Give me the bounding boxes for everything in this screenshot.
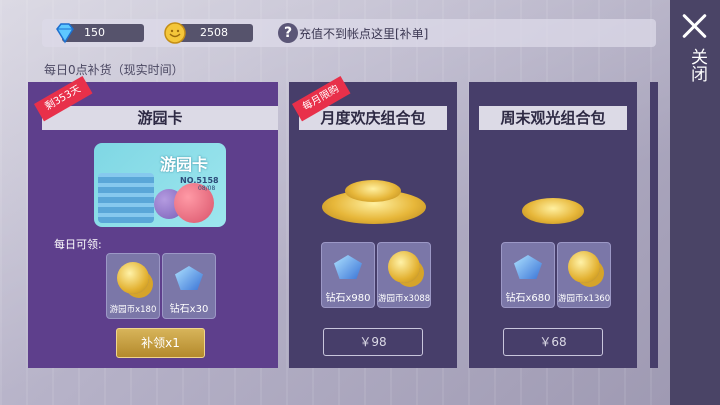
reward-label: 游园币x3088 [378, 294, 431, 304]
restock-note: 每日0点补货（现实时间） [44, 63, 184, 77]
coin-balance: 2508 [178, 24, 253, 42]
diamond-icon [56, 23, 74, 44]
buy-button[interactable]: ￥98 [323, 328, 423, 356]
reward-label: 钻石x30 [169, 304, 209, 315]
claim-button[interactable]: 补领x1 [116, 328, 205, 358]
reward-slot[interactable]: 钻石x30 [162, 253, 216, 319]
card-title: 游园卡 [42, 106, 278, 130]
reward-label: 游园币x1360 [558, 294, 611, 304]
reward-slot[interactable]: 钻石x980 [321, 242, 375, 308]
pass-date: 08/08 [198, 185, 216, 192]
reward-slot[interactable]: 游园币x1360 [557, 242, 611, 308]
daily-claim-label: 每日可领: [54, 238, 102, 251]
diamond-icon [334, 255, 362, 279]
help-icon[interactable]: ? [278, 23, 298, 43]
pass-decoration [98, 173, 154, 223]
coin-icon [568, 251, 600, 283]
pass-number: NO.5158 [180, 176, 219, 185]
close-label[interactable]: 关闭 [686, 48, 707, 82]
reward-slot[interactable]: 游园币x180 [106, 253, 160, 319]
coin-icon [164, 22, 186, 44]
reward-label: 钻石x980 [325, 293, 371, 304]
reward-label: 游园币x180 [109, 305, 157, 315]
reward-label: 钻石x680 [505, 293, 551, 304]
recharge-help-link[interactable]: 充值不到帐点这里[补单] [299, 25, 428, 42]
monthly-bundle-card: 月度欢庆组合包 [289, 82, 457, 368]
diamond-icon [175, 266, 203, 290]
park-pass-image: 游园卡 NO.5158 08/08 [94, 143, 226, 227]
coin-pile-top [345, 180, 401, 202]
coin-icon [388, 251, 420, 283]
coin-icon [117, 262, 149, 294]
coin-pile-icon [522, 198, 584, 224]
card-title: 周末观光组合包 [479, 106, 627, 130]
weekend-bundle-card: 周末观光组合包 [469, 82, 637, 368]
buy-button[interactable]: ￥68 [503, 328, 603, 356]
pass-title: 游园卡 [160, 155, 209, 174]
next-card-partial[interactable] [650, 82, 658, 368]
diamond-icon [514, 255, 542, 279]
reward-slot[interactable]: 游园币x3088 [377, 242, 431, 308]
close-icon[interactable] [681, 12, 709, 40]
reward-slot[interactable]: 钻石x680 [501, 242, 555, 308]
